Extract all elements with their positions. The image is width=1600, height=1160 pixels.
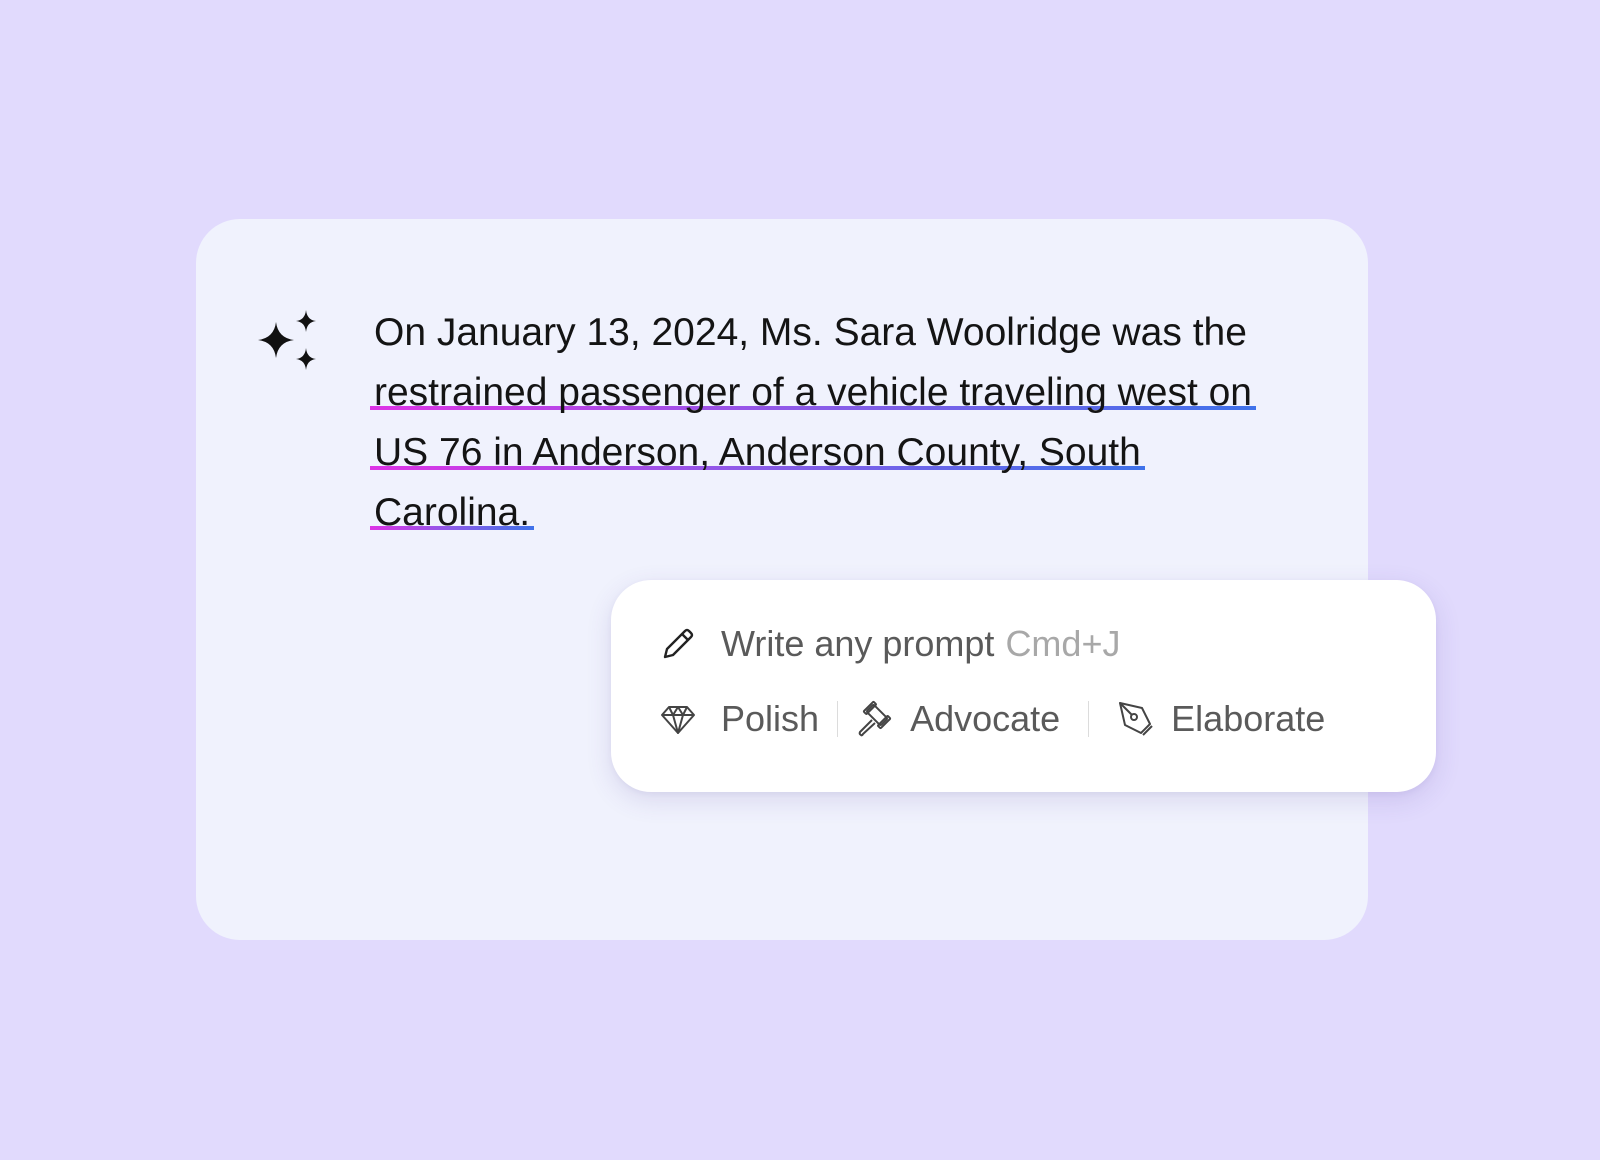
- polish-button[interactable]: Polish: [659, 698, 819, 740]
- action-divider: [1088, 701, 1090, 737]
- pen-nib-icon: [1117, 700, 1155, 738]
- actions-row: Polish Advocate Elaborate: [659, 697, 1325, 741]
- ai-action-popup: Write any prompt Cmd+J Polish Advocate E…: [611, 580, 1436, 792]
- elaborate-button[interactable]: Elaborate: [1117, 698, 1325, 740]
- highlighted-selection[interactable]: restrained passenger of a vehicle travel…: [370, 371, 1256, 534]
- sparkles-icon: [252, 304, 320, 374]
- advocate-button[interactable]: Advocate: [856, 698, 1060, 740]
- paragraph-text: On January 13, 2024, Ms. Sara Woolridge …: [374, 311, 1247, 354]
- action-divider: [837, 701, 839, 737]
- prompt-shortcut: Cmd+J: [1005, 623, 1121, 664]
- pencil-icon: [659, 625, 697, 663]
- prompt-row[interactable]: Write any prompt Cmd+J: [659, 622, 1120, 666]
- selected-paragraph[interactable]: On January 13, 2024, Ms. Sara Woolridge …: [370, 303, 1274, 543]
- prompt-input[interactable]: Write any prompt: [721, 623, 994, 665]
- gavel-icon: [856, 700, 894, 738]
- polish-label: Polish: [721, 698, 820, 739]
- elaborate-label: Elaborate: [1171, 698, 1326, 739]
- advocate-label: Advocate: [910, 698, 1061, 739]
- diamond-icon: [659, 700, 697, 738]
